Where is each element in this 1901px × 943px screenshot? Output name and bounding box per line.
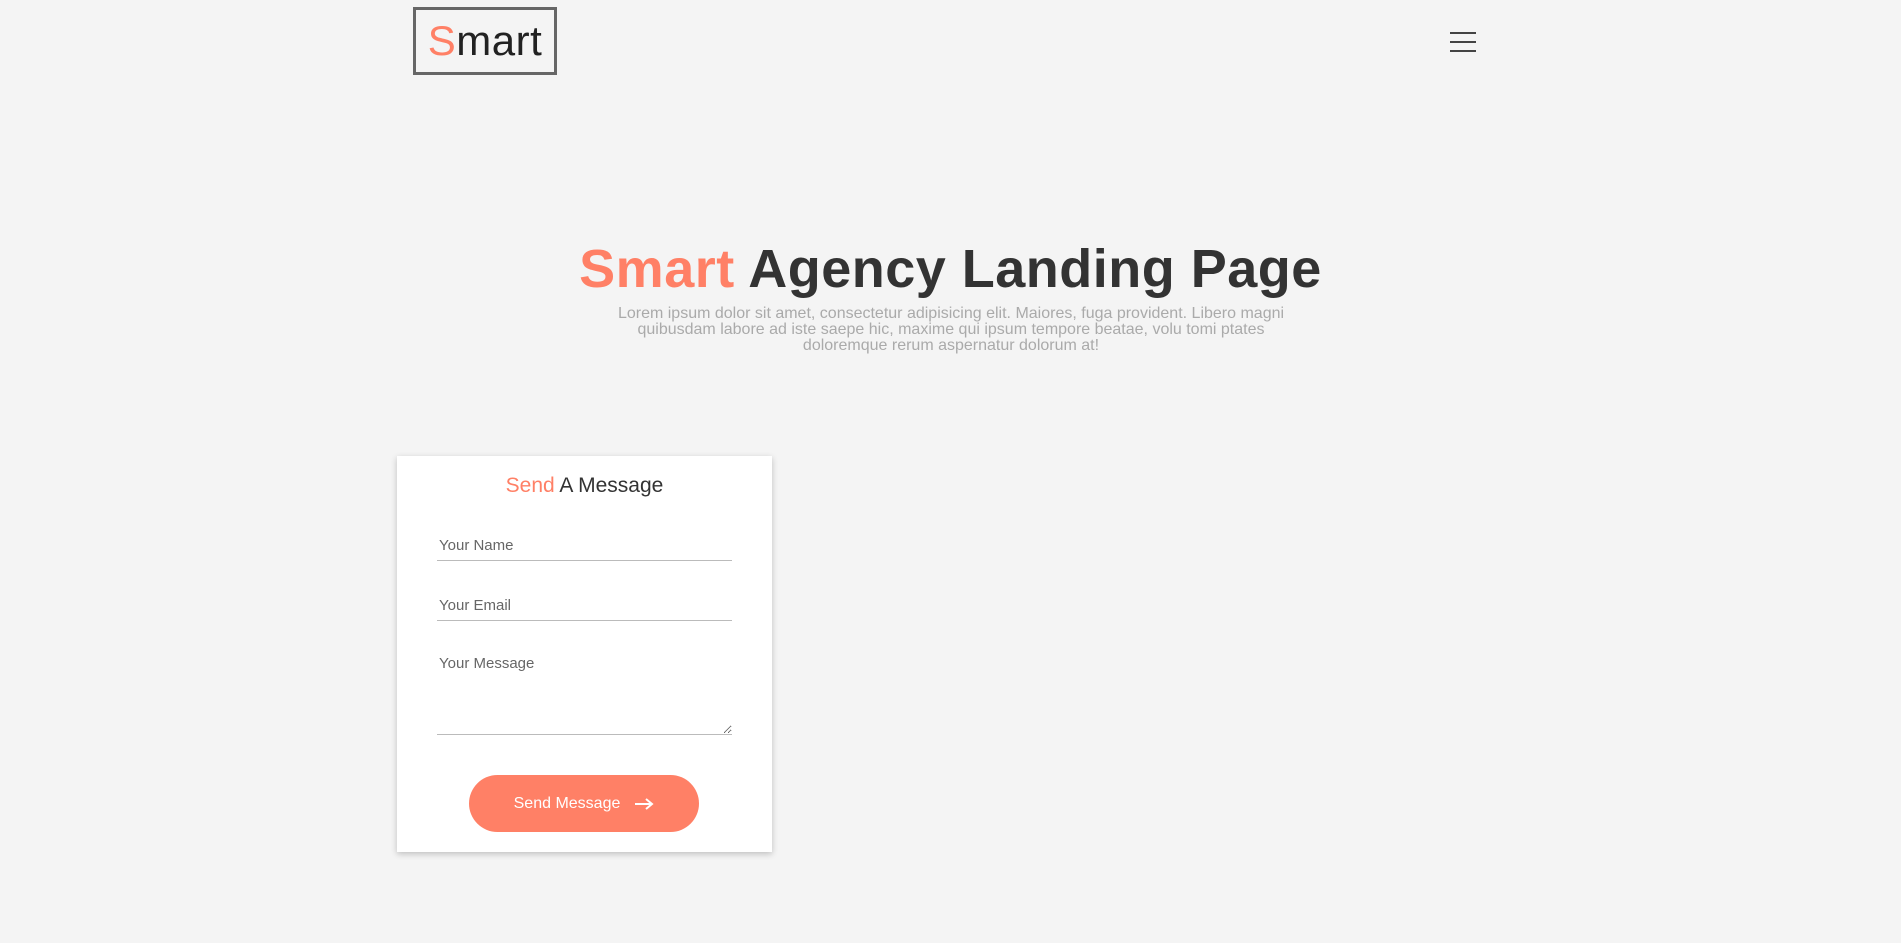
hero-title-rest: Agency Landing Page [748, 239, 1322, 299]
hamburger-line [1450, 50, 1476, 52]
email-field[interactable] [437, 591, 732, 621]
logo-accent-letter: S [427, 17, 457, 64]
hamburger-icon[interactable] [1450, 32, 1476, 54]
send-message-label: Send Message [513, 794, 621, 812]
arrow-right-icon [635, 797, 654, 810]
message-field[interactable] [437, 651, 732, 735]
hamburger-line [1450, 32, 1476, 34]
hamburger-line [1450, 41, 1476, 43]
name-field[interactable] [437, 531, 732, 561]
contact-form-title-rest: A Message [559, 474, 664, 497]
logo-text: mart [456, 17, 543, 64]
page: Smart Smart Agency Landing Page Lorem ip… [0, 0, 1901, 943]
send-message-button[interactable]: Send Message [469, 775, 699, 832]
contact-form-title-accent: Send [505, 474, 555, 497]
logo[interactable]: Smart [413, 7, 557, 75]
contact-form-card: Send A Message Send Message [397, 456, 772, 852]
contact-form-title: Send A Message [397, 474, 772, 498]
hero-description: Lorem ipsum dolor sit amet, consectetur … [617, 305, 1285, 354]
hero-title: Smart Agency Landing Page [0, 238, 1901, 300]
hero-title-accent: Smart [579, 239, 735, 299]
